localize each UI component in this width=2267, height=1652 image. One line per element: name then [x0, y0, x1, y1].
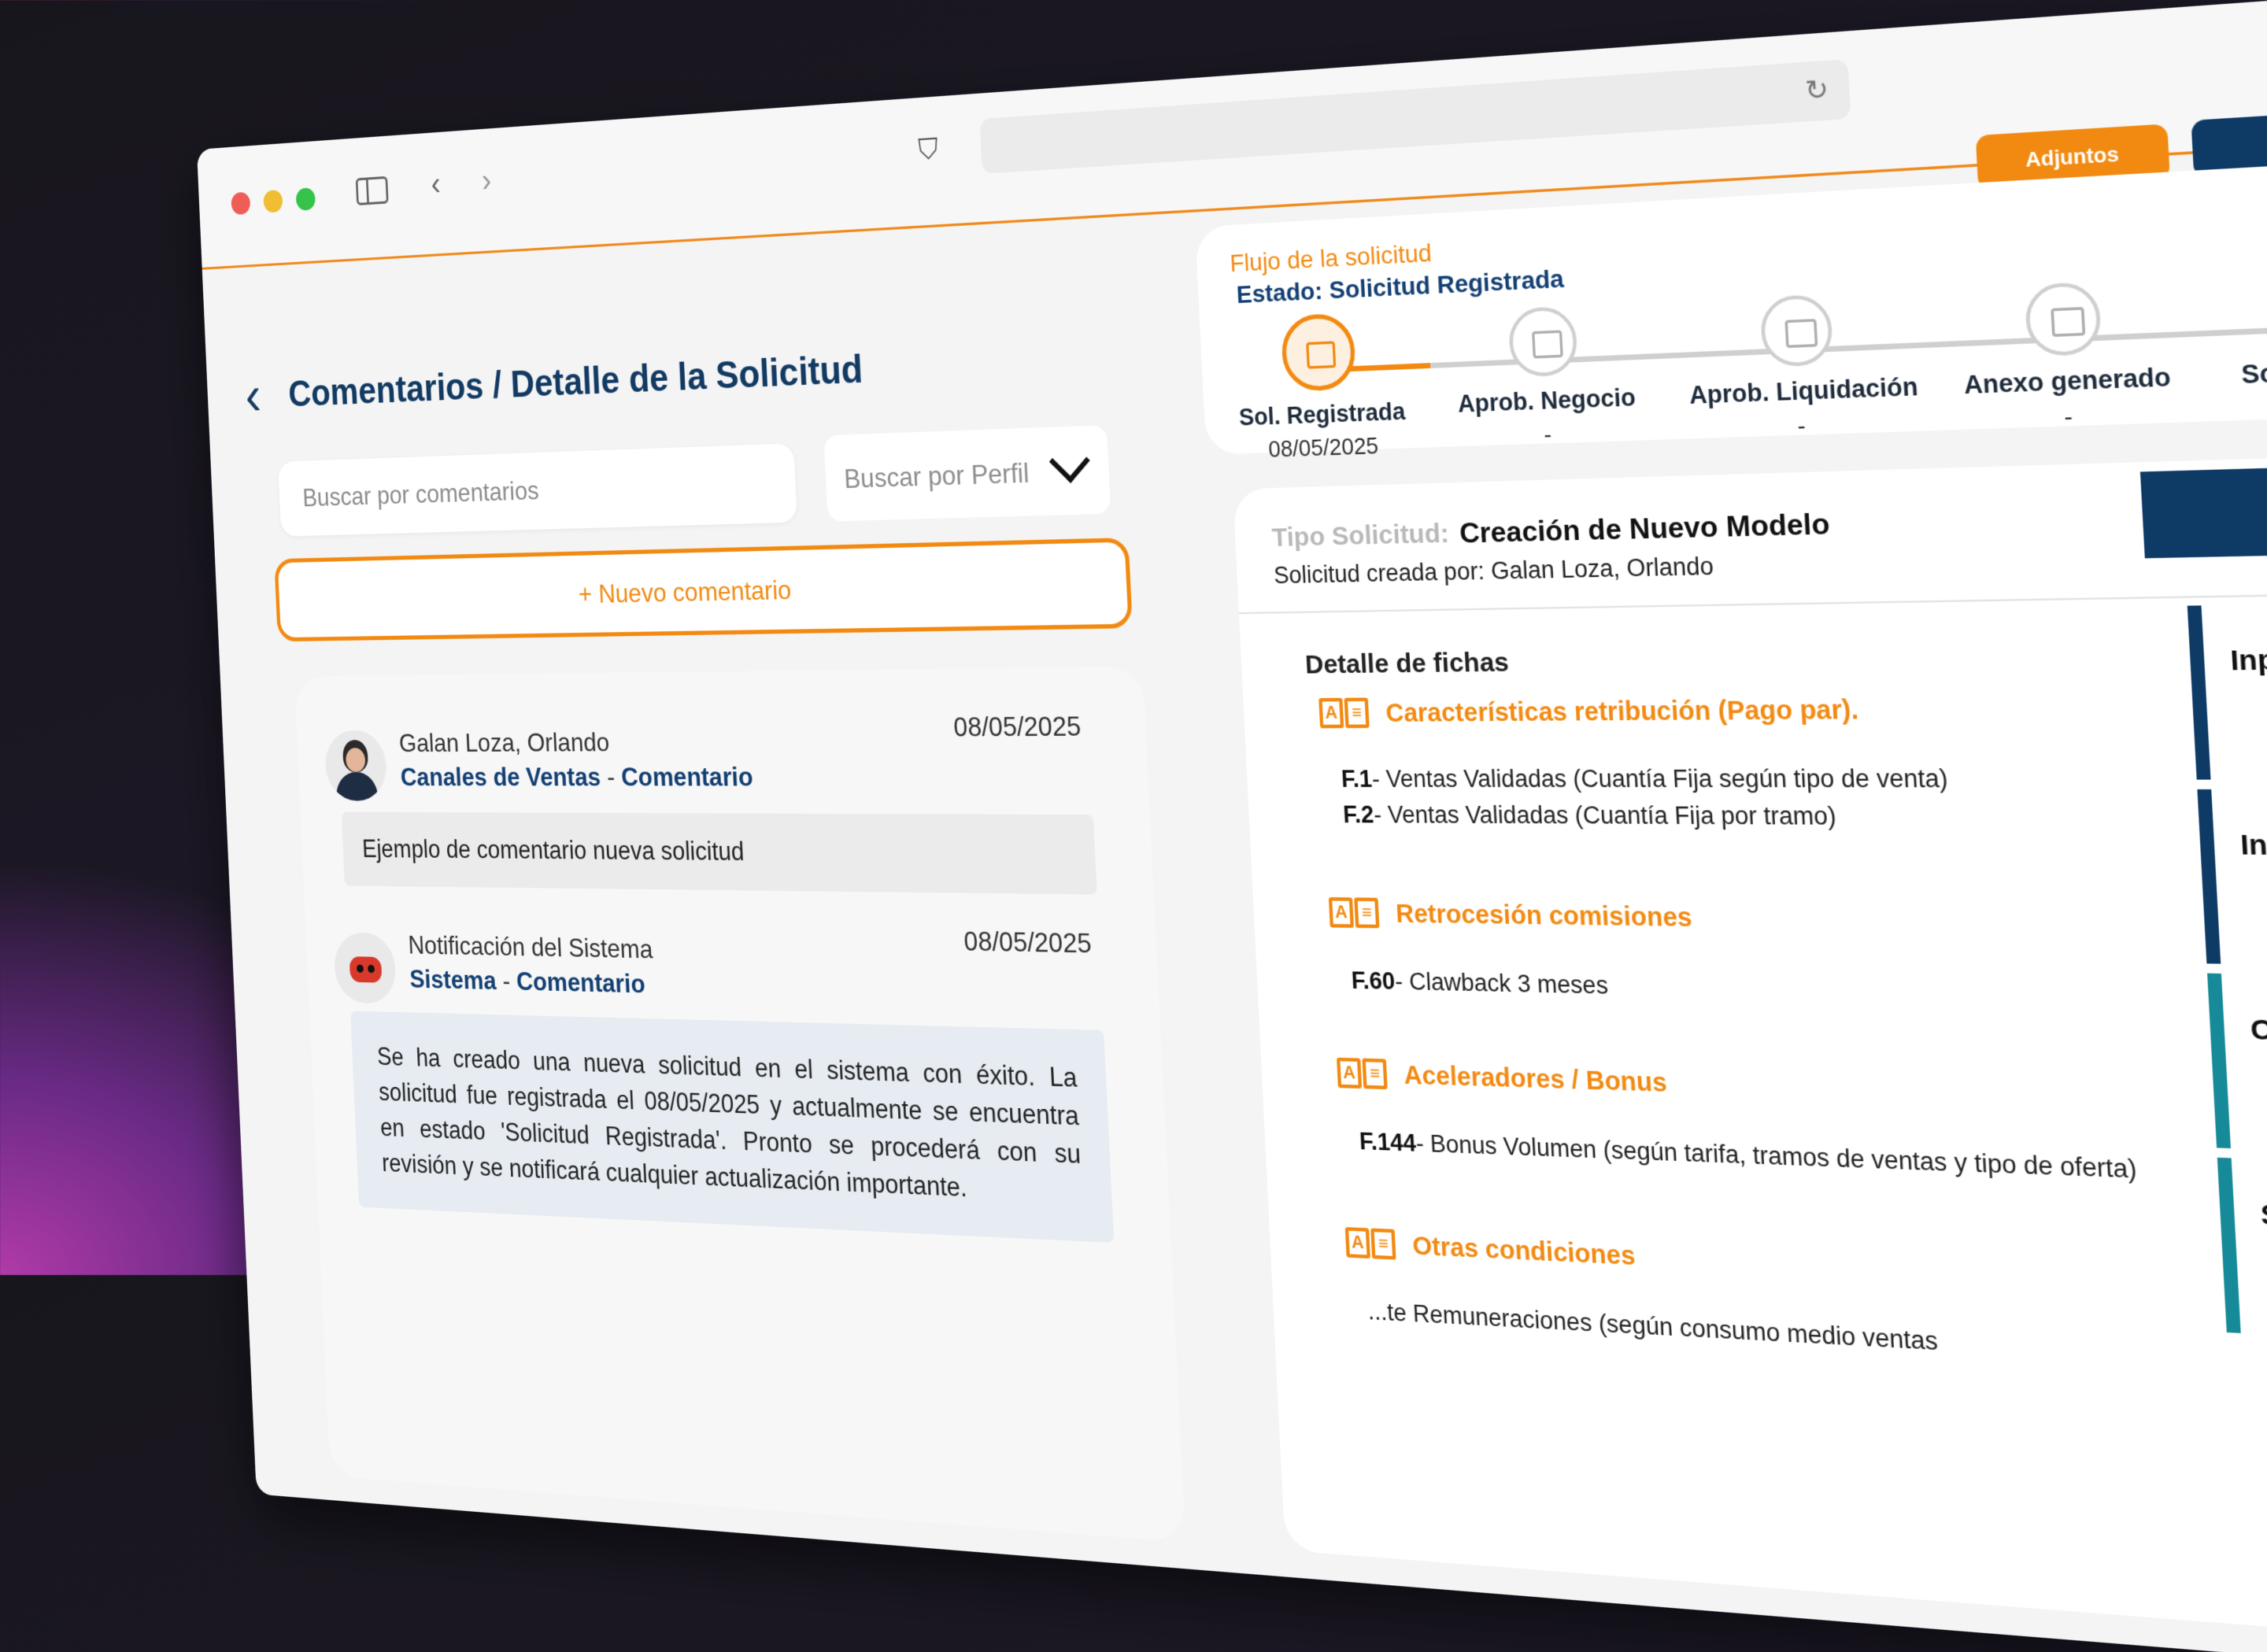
- browser-back-icon[interactable]: ‹: [431, 168, 442, 201]
- maximize-window-button[interactable]: [296, 187, 316, 211]
- ficha-section-title[interactable]: Otras condiciones: [1412, 1232, 1636, 1272]
- step-label: Aprob. Negocio: [1440, 383, 1654, 419]
- step-label: Sol. Registrada: [1220, 397, 1425, 432]
- comment-channel: Canales de Ventas - Comentario: [400, 762, 753, 793]
- open-book-icon: A ≡: [1318, 696, 1373, 732]
- comment-body: Ejemplo de comentario nueva solicitud: [342, 812, 1097, 895]
- ficha-section: A ≡ Retrocesión comisiones F.60- Clawback…: [1329, 896, 2261, 1043]
- open-book-icon: A ≡: [1345, 1225, 1400, 1264]
- side-item-label: Inputs Externos: [2229, 641, 2267, 678]
- request-detail-panel: Flujo de la solicitud Estado: Solicitud …: [1195, 135, 2267, 1652]
- side-item-label: Canal: [2250, 1013, 2267, 1050]
- comment-search-placeholder: Buscar por comentarios: [302, 475, 540, 512]
- comments-panel: ‹ Comentarios / Detalle de la Solicitud …: [229, 229, 1226, 1546]
- inputs-externos-item[interactable]: Inputs Externos: [2187, 601, 2267, 779]
- system-bot-avatar: [333, 932, 397, 1003]
- ficha-item[interactable]: ...te Remuneraciones (según consumo medi…: [1367, 1298, 1939, 1357]
- request-type-value: Creación de Nuevo Modelo: [1459, 507, 1830, 550]
- close-window-button[interactable]: [231, 192, 250, 216]
- ficha-item[interactable]: F.144- Bonus Volumen (según tarifa, tram…: [1359, 1128, 2137, 1184]
- step-sol-concluida[interactable]: Sol. Concluida -: [2210, 264, 2267, 427]
- mail-icon: [1507, 306, 1578, 378]
- step-date: 08/05/2025: [1222, 431, 1426, 465]
- request-detail-card: Tipo Solicitud: Creación de Nuevo Modelo…: [1233, 442, 2267, 1652]
- step-date: -: [1951, 398, 2187, 436]
- comment-search-input[interactable]: Buscar por comentarios: [278, 443, 797, 536]
- step-anexo-generado[interactable]: Anexo generado -: [1945, 278, 2187, 436]
- ficha-section-title[interactable]: Retrocesión comisiones: [1395, 900, 1692, 933]
- minimize-window-button[interactable]: [263, 190, 283, 213]
- divider: [1239, 585, 2267, 614]
- step-sol-registrada[interactable]: Sol. Registrada 08/05/2025: [1216, 313, 1426, 465]
- ficha-item[interactable]: F.2- Ventas Validadas (Cuantía Fija por …: [1342, 801, 1836, 831]
- back-chevron-icon[interactable]: ‹: [244, 368, 262, 423]
- profile-filter-placeholder: Buscar por Perfil: [844, 457, 1030, 495]
- browser-window: ‹ › ⛉ ↻ Adjuntos ‹ Comentarios / Detalle…: [197, 0, 2267, 1652]
- step-aprob-negocio[interactable]: Aprob. Negocio -: [1437, 302, 1656, 453]
- created-by: Solicitud creada por: Galan Loza, Orland…: [1273, 553, 1714, 589]
- step-aprob-liquidacion[interactable]: Aprob. Liquidación -: [1685, 290, 1915, 445]
- inputs-sistemas-item[interactable]: Inputs Sistemas: [2197, 789, 2267, 969]
- comment-feed: Galan Loza, Orlando Canales de Ventas - …: [294, 667, 1185, 1543]
- address-bar[interactable]: ↻: [979, 59, 1851, 174]
- ficha-item[interactable]: F.1- Ventas Validadas (Cuantía Fija segú…: [1341, 764, 1948, 793]
- fichas-title: Detalle de fichas: [1304, 648, 1510, 681]
- ficha-section: A ≡ Características retribución (Pago par…: [1318, 689, 2253, 883]
- folder-icon: [1280, 312, 1356, 392]
- sidebar-toggle-icon[interactable]: [356, 176, 389, 205]
- shield-icon[interactable]: ⛉: [918, 132, 939, 168]
- step-date: -: [2216, 388, 2267, 427]
- open-book-icon: A ≡: [1337, 1055, 1391, 1092]
- comment-channel: Sistema - Comentario: [409, 964, 646, 1000]
- comment-body: Se ha creado una nueva solicitud en el s…: [350, 1011, 1114, 1243]
- avatar: [324, 730, 388, 801]
- document-icon: [1759, 294, 1833, 368]
- page-title: Comentarios / Detalle de la Solicitud: [287, 346, 864, 416]
- step-date: -: [1691, 408, 1915, 444]
- step-label: Sol. Concluida: [2214, 352, 2267, 391]
- comment-date: 08/05/2025: [953, 711, 1082, 743]
- comment-item: Galan Loza, Orlando Canales de Ventas - …: [324, 710, 1121, 884]
- profile-filter-select[interactable]: Buscar por Perfil: [823, 425, 1111, 521]
- ficha-item[interactable]: F.60- Clawback 3 meses: [1351, 967, 1609, 1000]
- side-item-label: Inputs Sistemas: [2239, 828, 2267, 865]
- new-comment-button[interactable]: + Nuevo comentario: [274, 538, 1133, 641]
- chevron-down-icon: [1049, 439, 1090, 483]
- comment-author: Notificación del Sistema: [408, 930, 653, 965]
- ficha-section: A ≡ Otras condiciones ...te Remuneracione…: [1345, 1225, 2267, 1403]
- step-date: -: [1442, 417, 1655, 453]
- comment-author: Galan Loza, Orlando: [398, 727, 610, 758]
- browser-forward-icon[interactable]: ›: [481, 164, 492, 198]
- comment-item: Notificación del Sistema Sistema - Comen…: [332, 916, 1142, 1330]
- open-book-icon: A ≡: [1329, 896, 1383, 932]
- ficha-section: A ≡ Aceleradores / Bonus F.144- Bonus Vol…: [1337, 1055, 2267, 1218]
- side-item-label: Sub: [2260, 1198, 2267, 1236]
- step-label: Anexo generado: [1950, 362, 2186, 401]
- request-type-label: Tipo Solicitud:: [1271, 519, 1450, 553]
- step-label: Aprob. Liquidación: [1688, 373, 1913, 410]
- file-gear-icon: [2024, 281, 2102, 357]
- comment-date: 08/05/2025: [963, 926, 1093, 959]
- ficha-section-title[interactable]: Características retribución (Pago par).: [1385, 696, 1859, 729]
- reload-icon[interactable]: ↻: [1804, 73, 1829, 107]
- ficha-section-title[interactable]: Aceleradores / Bonus: [1403, 1061, 1668, 1099]
- inputs-panel-header: In: [2140, 450, 2267, 558]
- canal-item[interactable]: Canal: [2207, 974, 2267, 1159]
